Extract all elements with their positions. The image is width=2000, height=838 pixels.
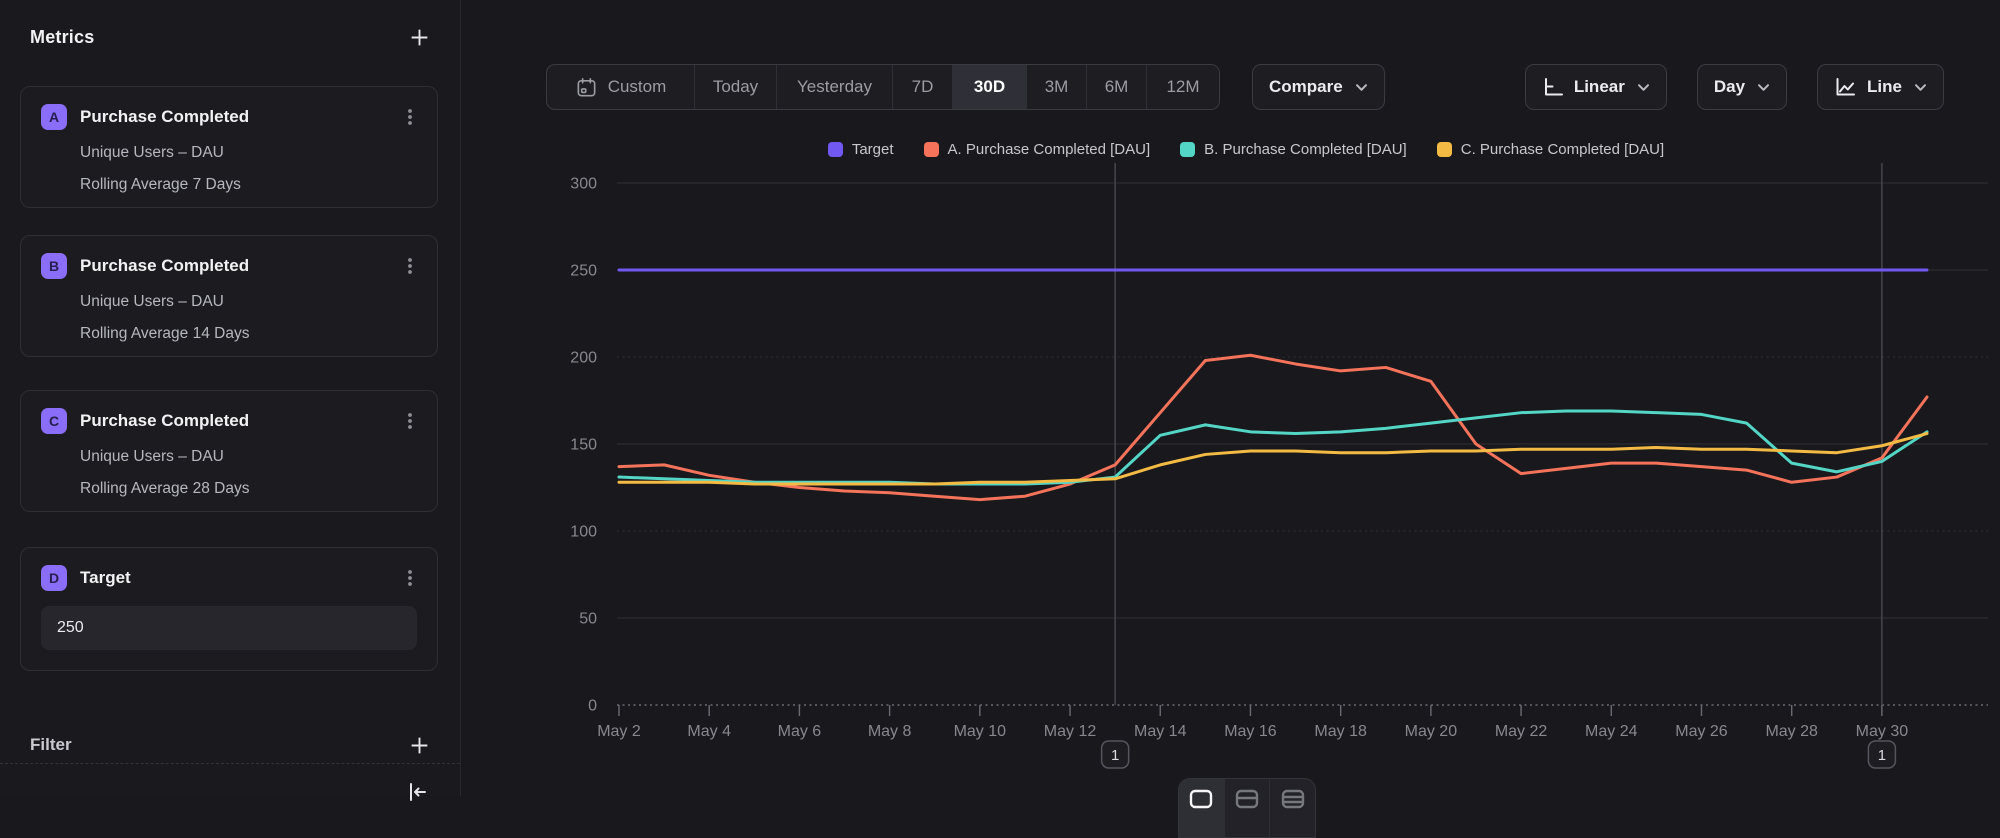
metric-badge-a: A	[41, 104, 67, 130]
chart-table-view-icon	[1234, 788, 1260, 810]
y-axis-label: 250	[570, 263, 597, 280]
add-metric-button[interactable]	[404, 22, 434, 52]
metric-card-b[interactable]: B Purchase Completed Unique Users – DAU …	[20, 235, 438, 357]
x-axis-label: May 16	[1224, 723, 1277, 740]
metric-title: Purchase Completed	[80, 107, 249, 127]
plus-icon	[409, 735, 430, 756]
target-title: Target	[80, 568, 131, 588]
metric-transform[interactable]: Rolling Average 7 Days	[80, 176, 417, 194]
view-chart-table-button[interactable]	[1225, 779, 1271, 837]
chart-view-icon	[1188, 788, 1214, 810]
x-axis-label: May 26	[1675, 723, 1728, 740]
metric-badge-d: D	[41, 565, 67, 591]
metrics-sidebar: Metrics A Purchase Completed Unique User…	[0, 0, 461, 796]
x-axis-label: May 24	[1585, 723, 1638, 740]
metric-transform[interactable]: Rolling Average 28 Days	[80, 480, 417, 498]
annotation-badge[interactable]: 1	[1868, 741, 1895, 768]
x-axis-label: May 22	[1495, 723, 1548, 740]
y-axis-label: 0	[588, 698, 597, 715]
metric-card-a[interactable]: A Purchase Completed Unique Users – DAU …	[20, 86, 438, 208]
series-line-c	[619, 434, 1927, 484]
x-axis-label: May 2	[597, 723, 641, 740]
metric-card-c[interactable]: C Purchase Completed Unique Users – DAU …	[20, 390, 438, 512]
sidebar-divider	[0, 763, 460, 764]
metric-measure[interactable]: Unique Users – DAU	[80, 144, 417, 162]
view-table-button[interactable]	[1270, 779, 1315, 837]
y-axis-label: 300	[570, 176, 597, 193]
metric-badge-c: C	[41, 408, 67, 434]
target-value-input[interactable]	[41, 606, 417, 650]
view-switcher	[1178, 778, 1316, 838]
x-axis-label: May 14	[1134, 723, 1187, 740]
x-axis-label: May 8	[868, 723, 912, 740]
view-chart-button[interactable]	[1179, 779, 1225, 837]
analytics-dashboard: { "sidebar": { "title": "Metrics", "metr…	[0, 0, 2000, 796]
collapse-sidebar-button[interactable]	[402, 777, 432, 807]
y-axis-label: 150	[570, 437, 597, 454]
metric-measure[interactable]: Unique Users – DAU	[80, 293, 417, 311]
add-filter-button[interactable]	[404, 730, 434, 760]
x-axis-label: May 18	[1314, 723, 1367, 740]
metrics-title: Metrics	[30, 27, 94, 48]
svg-text:1: 1	[1111, 747, 1119, 764]
table-view-icon	[1280, 788, 1306, 810]
series-line-a	[619, 355, 1927, 499]
x-axis-label: May 20	[1405, 723, 1458, 740]
metric-menu-button[interactable]	[397, 408, 423, 434]
sidebar-header: Metrics	[30, 22, 434, 52]
x-axis-label: May 30	[1856, 723, 1909, 740]
svg-text:1: 1	[1878, 747, 1886, 764]
x-axis-label: May 4	[687, 723, 731, 740]
plus-icon	[409, 27, 430, 48]
kebab-icon	[401, 256, 419, 276]
target-menu-button[interactable]	[397, 565, 423, 591]
x-axis-label: May 6	[778, 723, 822, 740]
filter-section: Filter	[30, 728, 434, 762]
kebab-icon	[401, 411, 419, 431]
filter-title: Filter	[30, 735, 72, 755]
metric-transform[interactable]: Rolling Average 14 Days	[80, 325, 417, 343]
metric-title: Purchase Completed	[80, 411, 249, 431]
metric-menu-button[interactable]	[397, 253, 423, 279]
annotation-badge[interactable]: 1	[1102, 741, 1129, 768]
x-axis-label: May 28	[1765, 723, 1818, 740]
x-axis-label: May 12	[1044, 723, 1097, 740]
x-axis-label: May 10	[954, 723, 1007, 740]
metrics-line-chart: 0 50 100 150 200 250 300 May 2 May 4 May 6 May 8 Ma…	[460, 0, 2000, 796]
target-card[interactable]: D Target	[20, 547, 438, 671]
metric-badge-b: B	[41, 253, 67, 279]
metric-menu-button[interactable]	[397, 104, 423, 130]
kebab-icon	[401, 107, 419, 127]
metric-title: Purchase Completed	[80, 256, 249, 276]
y-axis-label: 100	[570, 524, 597, 541]
series-line-b	[619, 411, 1927, 484]
y-axis-label: 200	[570, 350, 597, 367]
chart-panel: Custom Today Yesterday 7D 30D 3M 6M 12M …	[460, 0, 2000, 796]
kebab-icon	[401, 568, 419, 588]
y-axis-label: 50	[579, 611, 597, 628]
collapse-panel-icon	[405, 780, 429, 804]
metric-measure[interactable]: Unique Users – DAU	[80, 448, 417, 466]
